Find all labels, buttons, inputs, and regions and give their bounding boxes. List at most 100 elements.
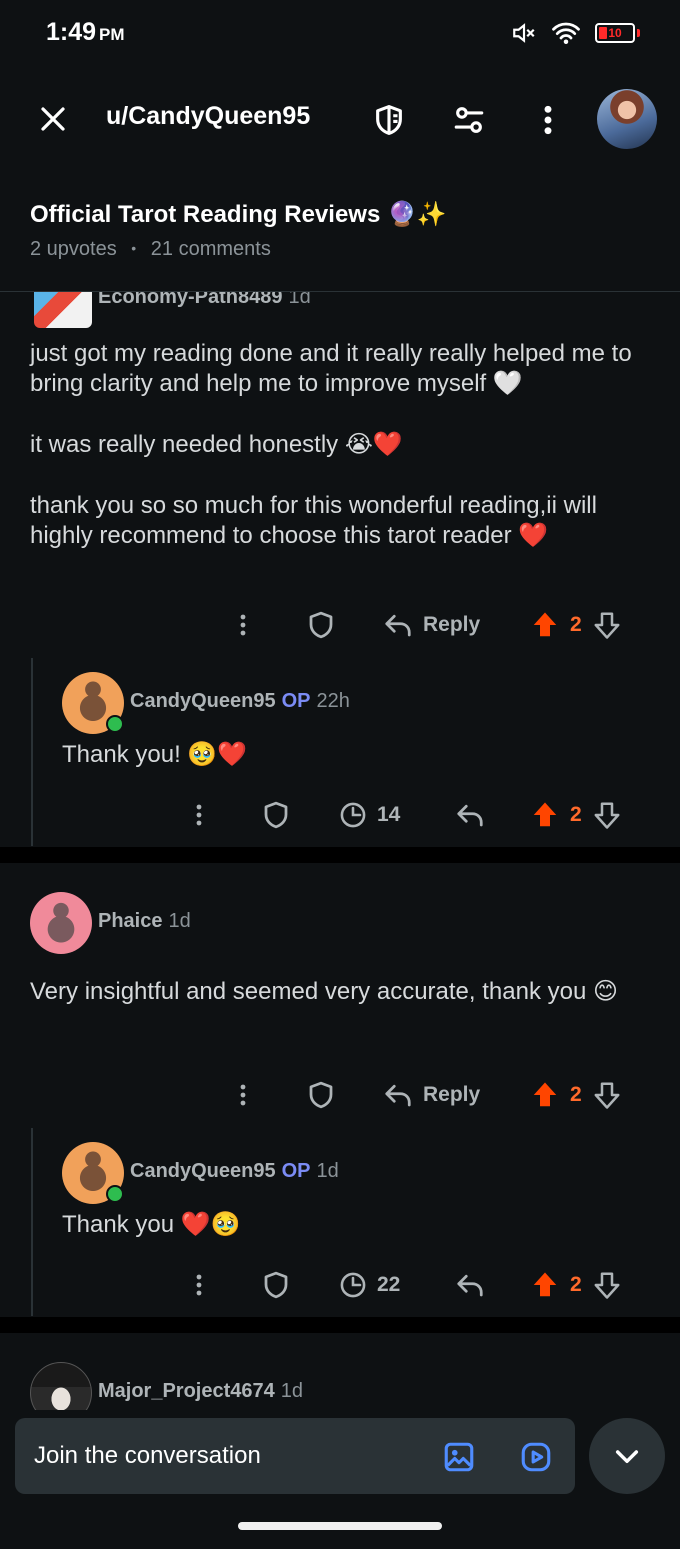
reply-mod-button[interactable] (259, 1268, 293, 1302)
comment-avatar[interactable] (30, 892, 92, 954)
vote-count: 2 (570, 1273, 582, 1296)
comment-body: just got my reading done and it really r… (30, 339, 655, 551)
reply-icon (385, 614, 411, 637)
downvote-icon[interactable] (592, 1270, 622, 1300)
collapse-button[interactable] (589, 1418, 665, 1494)
comment-avatar[interactable] (30, 1362, 92, 1410)
reply-label: Reply (423, 1083, 481, 1106)
comment-header: Major_Project4674 1d (98, 1380, 303, 1403)
comment-author[interactable]: Major_Project4674 (98, 1380, 275, 1402)
online-indicator (106, 1185, 124, 1203)
reply-label: Reply (423, 613, 481, 636)
video-icon (521, 1442, 551, 1472)
more-icon (544, 105, 552, 135)
more-icon (196, 804, 202, 826)
upvote-icon[interactable] (530, 1270, 560, 1300)
vote-count: 2 (570, 1083, 582, 1106)
comment-age: 1d (288, 292, 311, 308)
reply-button[interactable] (455, 798, 485, 832)
close-button[interactable] (34, 100, 72, 138)
shield-icon (309, 611, 333, 639)
vote-count: 2 (570, 613, 582, 636)
vote-controls: 2 (530, 1268, 622, 1302)
mod-shield-button[interactable] (369, 100, 409, 140)
app-header: u/CandyQueen95 (0, 78, 680, 162)
comment-header: Phaice 1d (98, 910, 191, 933)
comment-composer[interactable]: Join the conversation (15, 1418, 575, 1494)
reply-button[interactable]: Reply (383, 1078, 480, 1112)
upvote-icon[interactable] (530, 800, 560, 830)
reply-more-button[interactable] (186, 1268, 212, 1302)
comment-paragraph: it was really needed honestly 😭❤️ (30, 431, 403, 458)
close-icon (41, 107, 65, 131)
reply-header: CandyQueen95 OP 1d (130, 1160, 339, 1183)
post-meta: 2 upvotes • 21 comments (30, 238, 271, 261)
op-badge: OP (281, 690, 311, 712)
downvote-icon[interactable] (592, 610, 622, 640)
op-badge: OP (281, 1160, 311, 1182)
comment-paragraph: Very insightful and seemed very accurate… (30, 978, 618, 1005)
shield-icon (264, 1271, 288, 1299)
vote-controls: 2 (530, 798, 622, 832)
status-bar: 1:49 PM 10 (0, 0, 680, 66)
reply-author[interactable]: CandyQueen95 (130, 1160, 276, 1182)
composer-placeholder[interactable]: Join the conversation (34, 1442, 261, 1470)
shield-icon (309, 1081, 333, 1109)
chevron-down-icon (615, 1450, 639, 1464)
more-options-button[interactable] (528, 100, 568, 140)
upvote-icon[interactable] (530, 610, 560, 640)
comment-paragraph: thank you so so much for this wonderful … (30, 492, 597, 549)
vote-controls: 2 (530, 608, 622, 642)
views-count: 22 (377, 1273, 401, 1296)
upvote-icon[interactable] (530, 1080, 560, 1110)
filter-icon (454, 107, 484, 133)
comment-more-button[interactable] (230, 608, 256, 642)
online-indicator (106, 715, 124, 733)
shield-icon (376, 104, 402, 136)
meta-separator: • (131, 240, 137, 256)
shield-icon (264, 801, 288, 829)
comments-list[interactable]: Economy-Path8489 1d just got my reading d… (0, 292, 680, 1410)
comment-age: 1d (280, 1380, 304, 1402)
comment-author[interactable]: Phaice (98, 910, 162, 932)
comment-mod-button[interactable] (304, 608, 338, 642)
status-icons: 10 (511, 20, 640, 46)
reply-button[interactable] (455, 1268, 485, 1302)
comment-paragraph: just got my reading done and it really r… (30, 340, 632, 397)
mute-icon (513, 23, 535, 43)
comment-header: Economy-Path8489 1d (98, 292, 311, 309)
post-comment-count: 21 comments (150, 238, 271, 260)
image-icon (444, 1442, 474, 1472)
add-video-button[interactable] (517, 1438, 555, 1476)
downvote-icon[interactable] (592, 1080, 622, 1110)
views-stat[interactable]: 14 (339, 798, 400, 832)
reply-age: 22h (316, 690, 350, 712)
reply-icon (457, 1274, 483, 1297)
profile-username[interactable]: u/CandyQueen95 (106, 102, 310, 131)
comment-body: Very insightful and seemed very accurate… (30, 977, 655, 1007)
thread-line[interactable] (31, 658, 33, 846)
more-icon (240, 614, 246, 636)
more-icon (196, 1274, 202, 1296)
user-avatar[interactable] (597, 89, 657, 149)
reply-more-button[interactable] (186, 798, 212, 832)
comment-more-button[interactable] (230, 1078, 256, 1112)
comment-author[interactable]: Economy-Path8489 (98, 292, 283, 308)
home-indicator[interactable] (238, 1522, 442, 1530)
views-count: 14 (377, 803, 401, 826)
more-icon (240, 1084, 246, 1106)
reply-button[interactable]: Reply (383, 608, 480, 642)
comment-mod-button[interactable] (304, 1078, 338, 1112)
reply-age: 1d (316, 1160, 339, 1182)
thread-line[interactable] (31, 1128, 33, 1316)
reply-author[interactable]: CandyQueen95 (130, 690, 276, 712)
filter-button[interactable] (449, 100, 489, 140)
add-image-button[interactable] (440, 1438, 478, 1476)
reply-icon (457, 804, 483, 827)
post-title[interactable]: Official Tarot Reading Reviews 🔮✨ (30, 200, 447, 229)
comment-avatar[interactable] (34, 292, 92, 328)
views-stat[interactable]: 22 (339, 1268, 400, 1302)
reply-header: CandyQueen95 OP 22h (130, 690, 350, 713)
downvote-icon[interactable] (592, 800, 622, 830)
reply-mod-button[interactable] (259, 798, 293, 832)
